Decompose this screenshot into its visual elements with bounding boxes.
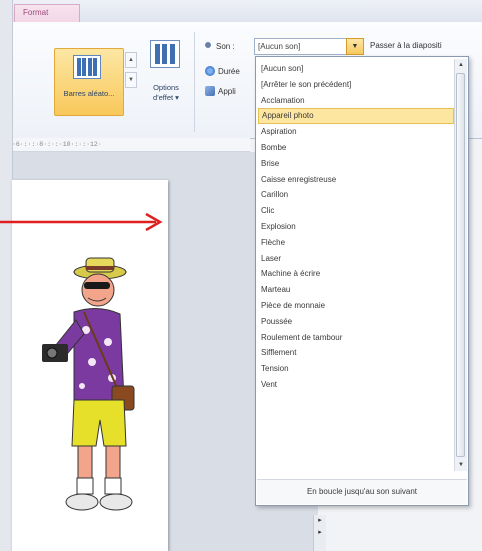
tourist-clipart-image (42, 257, 135, 511)
next-slide-label: Passer à la diapositi (370, 41, 442, 50)
apply-to-all-button[interactable]: Appli (205, 86, 236, 96)
ribbon-tabstrip: Format (0, 0, 482, 23)
sound-option-item[interactable]: Acclamation (258, 93, 454, 109)
sound-option-item[interactable]: Appareil photo (258, 108, 454, 125)
sound-option-item[interactable]: [Arrêter le son précédent] (258, 77, 454, 93)
duration-label: Durée (218, 67, 240, 76)
effect-options-label-line2: d'effet ▾ (153, 93, 179, 102)
sound-option-item[interactable]: Pièce de monnaie (258, 298, 454, 314)
gallery-scroll-up-button[interactable]: ▲ (125, 52, 137, 68)
effect-options-label-line1: Options (153, 83, 179, 92)
sound-option-item[interactable]: Aspiration (258, 124, 454, 140)
sound-option-item[interactable]: Sifflement (258, 345, 454, 361)
sound-option-item[interactable]: Marteau (258, 282, 454, 298)
sound-dropdown-list[interactable]: [Aucun son] [Arrêter le son précédent] Acc… (255, 56, 469, 506)
tab-format[interactable]: Format (14, 4, 80, 22)
scroll-up-arrow-icon[interactable]: ▲ (455, 59, 467, 71)
sound-option-item[interactable]: Vent (258, 377, 454, 393)
sound-option-item[interactable]: Clic (258, 203, 454, 219)
loop-until-next-sound-option[interactable]: En boucle jusqu'au son suivant (257, 479, 467, 504)
sound-option-item[interactable]: Tension (258, 361, 454, 377)
sound-option-item[interactable]: Bombe (258, 140, 454, 156)
gallery-scroll-down-button[interactable]: ▼ (125, 72, 137, 88)
effect-options-button[interactable]: Options d'effet ▾ (146, 83, 186, 103)
sound-option-item[interactable]: Poussée (258, 314, 454, 330)
apply-icon (205, 86, 215, 96)
sound-options: [Aucun son] [Arrêter le son précédent] Acc… (258, 61, 454, 393)
ribbon-separator (194, 32, 195, 132)
workspace-scrollbar[interactable]: ▸ ▸ (313, 515, 326, 551)
horizontal-ruler: ·6·:·:·8·:·:·10·:·:·12· (0, 138, 250, 152)
duration-icon (205, 66, 215, 76)
scroll-down-arrow-icon[interactable]: ▼ (455, 459, 467, 471)
scroll-thumb[interactable] (456, 73, 465, 457)
effect-options-icon[interactable] (150, 40, 180, 68)
sound-row: Son : (204, 40, 235, 56)
powerpoint-window: Format Barres aléato... ▲ ▼ Options d'ef… (0, 0, 482, 551)
dropdown-scrollbar[interactable]: ▲ ▼ (454, 59, 467, 471)
red-arrow-annotation (0, 212, 163, 232)
effect-label: Barres aléato... (63, 89, 115, 98)
sound-option-item[interactable]: Laser (258, 251, 454, 267)
random-bars-icon (73, 55, 101, 79)
sound-option-item[interactable]: Caisse enregistreuse (258, 172, 454, 188)
sound-option-item[interactable]: Roulement de tambour (258, 330, 454, 346)
sound-option-item[interactable]: Flèche (258, 235, 454, 251)
sound-option-item[interactable]: Brise (258, 156, 454, 172)
transition-effect-button[interactable]: Barres aléato... (54, 48, 124, 116)
duration-row[interactable]: Durée (205, 66, 240, 76)
sound-icon (204, 40, 214, 50)
sound-dropdown-arrow[interactable]: ▼ (346, 38, 364, 55)
sound-option-item[interactable]: Explosion (258, 219, 454, 235)
sound-option-item[interactable]: [Aucun son] (258, 61, 454, 77)
sound-option-item[interactable]: Carillon (258, 187, 454, 203)
sound-label: Son : (216, 42, 235, 51)
apply-label: Appli (218, 87, 236, 96)
sound-option-item[interactable]: Machine à écrire (258, 266, 454, 282)
